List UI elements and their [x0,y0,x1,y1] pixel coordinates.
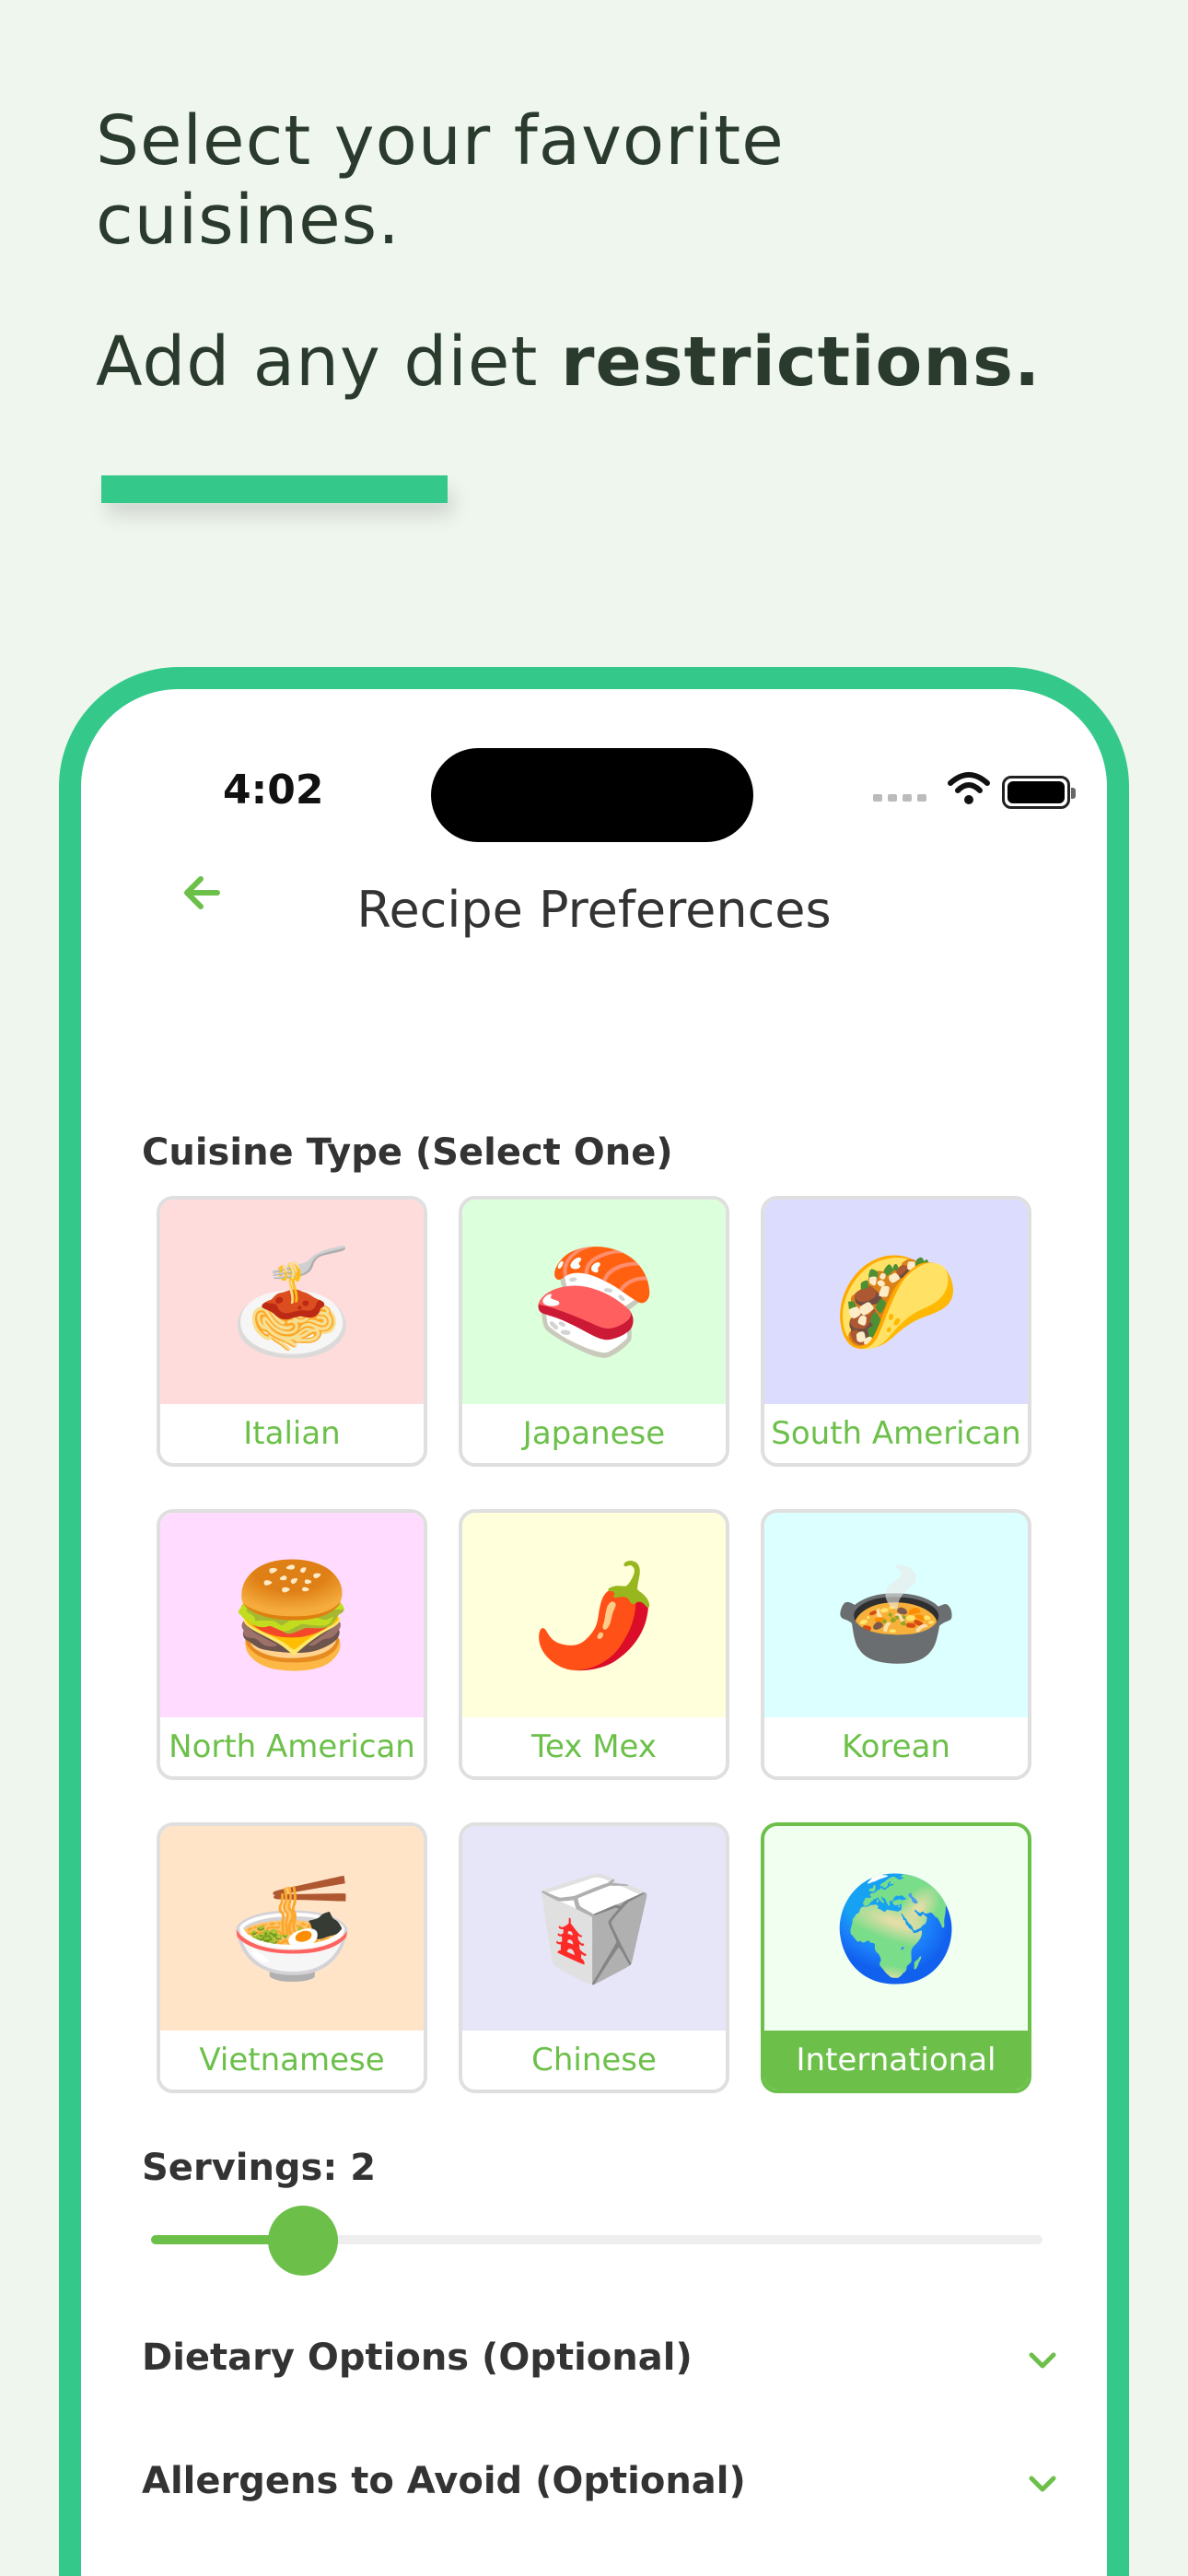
tex-mex-food-icon: 🌶️ [530,1556,658,1674]
cuisine-label: Chinese [462,2031,726,2090]
cuisine-image: 🌍 [764,1826,1028,2031]
dynamic-island [431,748,753,842]
cuisine-label: Korean [764,1717,1028,1776]
dietary-options-label: Dietary Options (Optional) [142,2336,693,2379]
headline-restrictions-prefix: Add any diet [96,322,561,402]
cuisine-card-korean[interactable]: 🍲 Korean [761,1509,1031,1780]
cuisine-card-chinese[interactable]: 🥡 Chinese [459,1822,729,2093]
cuisine-image: 🍔 [160,1513,424,1717]
cuisine-image: 🌮 [764,1200,1028,1404]
cellular-signal-icon [873,794,926,802]
slider-thumb[interactable] [267,2206,338,2276]
cuisine-card-north-american[interactable]: 🍔 North American [157,1509,427,1780]
status-icons [873,770,1103,816]
headline-restrictions-bold: restrictions. [560,322,1042,402]
cuisine-card-south-american[interactable]: 🌮 South American [761,1196,1031,1467]
phone-frame: 4:02 Recipe Preferences Cuisine Type (Se… [59,667,1129,2576]
cuisine-image: 🌶️ [462,1513,726,1717]
cuisine-label: North American [160,1717,424,1776]
cuisine-image: 🍣 [462,1200,726,1404]
page-title: Recipe Preferences [356,881,832,939]
battery-icon [1002,776,1076,809]
japanese-food-icon: 🍣 [530,1243,658,1361]
status-time: 4:02 [223,767,324,814]
chinese-food-icon: 🥡 [530,1869,658,1987]
wifi-icon [948,772,990,804]
servings-slider[interactable] [151,2206,1042,2276]
cuisine-label: Tex Mex [462,1717,726,1776]
cuisine-card-vietnamese[interactable]: 🍜 Vietnamese [157,1822,427,2093]
allergens-label: Allergens to Avoid (Optional) [142,2460,746,2502]
cuisine-label: South American [764,1404,1028,1463]
italian-food-icon: 🍝 [228,1243,355,1361]
cuisine-card-international[interactable]: 🌍 International [761,1822,1031,2093]
cuisine-section-title: Cuisine Type (Select One) [142,1131,673,1174]
chevron-down-icon [1029,2476,1056,2492]
cuisine-label: Vietnamese [160,2031,424,2090]
chevron-down-icon [1029,2352,1056,2369]
dietary-options-accordion[interactable]: Dietary Options (Optional) [142,2324,1063,2397]
korean-food-icon: 🍲 [833,1556,960,1674]
cuisine-card-italian[interactable]: 🍝 Italian [157,1196,427,1467]
vietnamese-food-icon: 🍜 [228,1869,355,1987]
cuisine-image: 🍜 [160,1826,424,2031]
allergens-accordion[interactable]: Allergens to Avoid (Optional) [142,2447,1063,2521]
cuisine-label: Italian [160,1404,424,1463]
cuisine-image: 🍝 [160,1200,424,1404]
south-american-food-icon: 🌮 [833,1243,960,1361]
cuisine-card-japanese[interactable]: 🍣 Japanese [459,1196,729,1467]
headline-restrictions: Add any diet restrictions. [96,322,1155,402]
north-american-food-icon: 🍔 [228,1556,355,1674]
cuisine-card-tex-mex[interactable]: 🌶️ Tex Mex [459,1509,729,1780]
cuisine-label: International [764,2031,1028,2090]
cuisine-image: 🍲 [764,1513,1028,1717]
international-food-icon: 🌍 [833,1869,960,1987]
accent-bar [101,475,448,503]
cuisine-label: Japanese [462,1404,726,1463]
cuisine-image: 🥡 [462,1826,726,2031]
headline-cuisines: Select your favorite cuisines. [96,101,785,260]
servings-label: Servings: 2 [142,2147,377,2189]
